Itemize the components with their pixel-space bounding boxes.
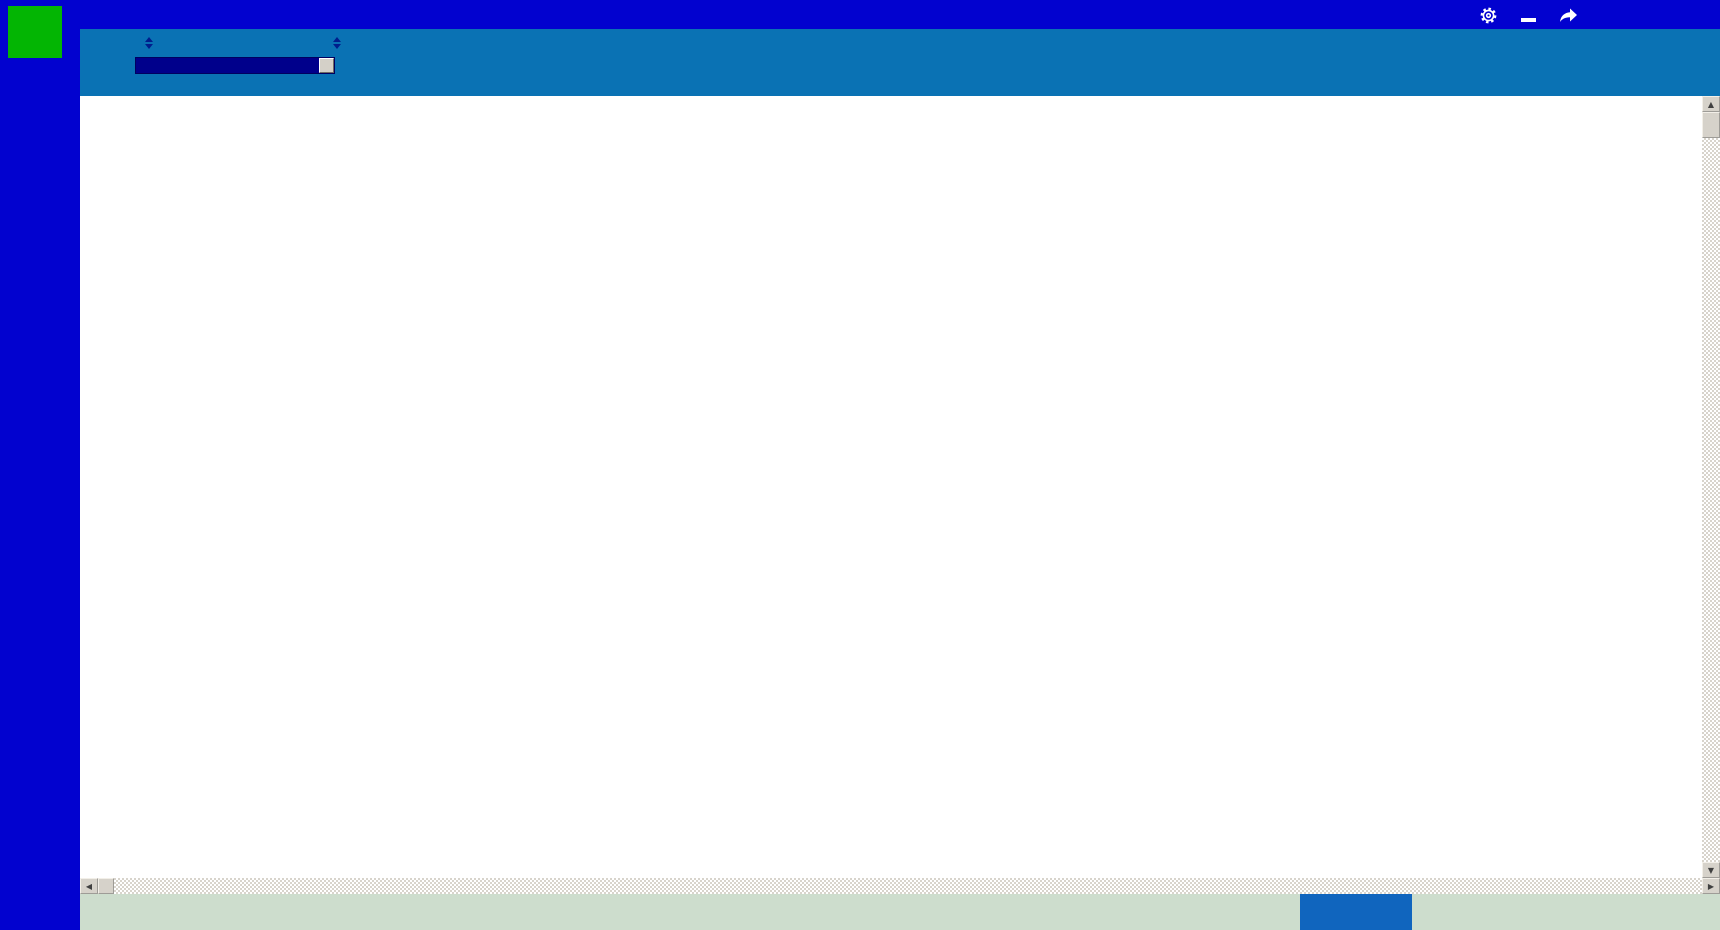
sidebar bbox=[0, 29, 80, 930]
spinner-down-icon[interactable] bbox=[333, 44, 341, 49]
keyword-input[interactable] bbox=[135, 57, 335, 74]
vertical-scroll-track[interactable] bbox=[1702, 112, 1720, 862]
scroll-down-icon[interactable]: ▼ bbox=[1702, 862, 1720, 878]
scroll-up-icon[interactable]: ▲ bbox=[1702, 96, 1720, 112]
app-logo bbox=[8, 6, 62, 58]
wait-time-spinner[interactable] bbox=[145, 37, 153, 49]
grid-header bbox=[80, 96, 1702, 118]
settings-gear-icon[interactable] bbox=[1476, 3, 1500, 27]
max-pages-spinner[interactable] bbox=[333, 37, 341, 49]
pagination bbox=[1430, 894, 1518, 930]
horizontal-scrollbar[interactable]: ◀ ▶ bbox=[80, 878, 1720, 894]
horizontal-scroll-track[interactable] bbox=[114, 878, 1702, 894]
keyword-input-button[interactable] bbox=[319, 58, 334, 73]
spinner-up-icon[interactable] bbox=[145, 37, 153, 42]
scroll-left-icon[interactable]: ◀ bbox=[80, 878, 98, 894]
horizontal-scroll-thumb[interactable] bbox=[98, 878, 114, 894]
vertical-scrollbar[interactable]: ▲ ▼ bbox=[1702, 96, 1720, 878]
tabstrip bbox=[80, 78, 1720, 96]
total-count-badge bbox=[1300, 894, 1412, 930]
minimize-button[interactable] bbox=[1516, 3, 1540, 27]
spinner-up-icon[interactable] bbox=[333, 37, 341, 42]
results-grid: ▲ ▼ bbox=[80, 96, 1720, 878]
exit-arrow-icon[interactable] bbox=[1556, 3, 1580, 27]
titlebar bbox=[0, 0, 1720, 29]
spinner-down-icon[interactable] bbox=[145, 44, 153, 49]
app-window: ▲ ▼ ◀ ▶ bbox=[0, 0, 1720, 930]
vertical-scroll-thumb[interactable] bbox=[1702, 112, 1720, 138]
statusbar bbox=[80, 894, 1720, 930]
toolbar bbox=[80, 29, 1720, 78]
scroll-right-icon[interactable]: ▶ bbox=[1702, 878, 1720, 894]
